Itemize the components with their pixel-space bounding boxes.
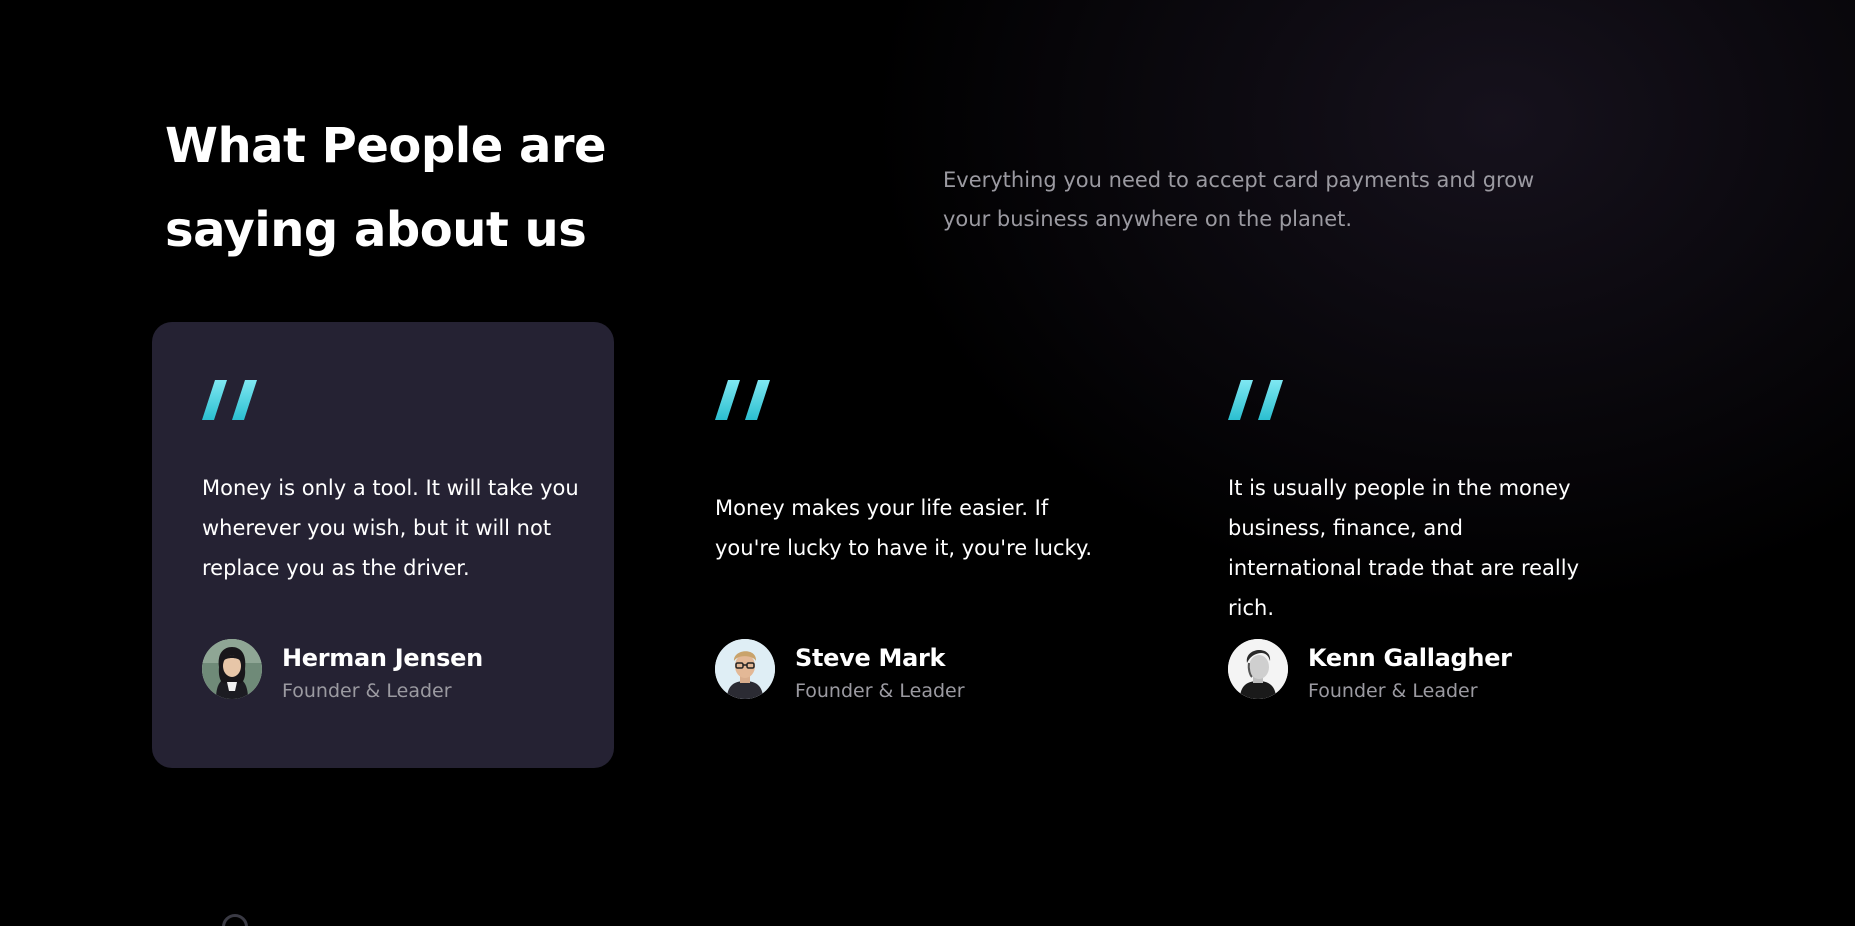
testimonial-quote: Money makes your life easier. If you're … xyxy=(715,496,1093,560)
quote-icon xyxy=(1228,380,1283,420)
testimonial-quote: Money is only a tool. It will take you w… xyxy=(202,476,579,580)
avatar-man-glasses-photo-icon xyxy=(715,639,775,699)
author-name: Herman Jensen xyxy=(282,644,483,672)
quote-icon xyxy=(202,380,257,420)
avatar xyxy=(715,639,775,699)
testimonial-card-3[interactable]: It is usually people in the money busine… xyxy=(1178,322,1640,768)
author-name: Steve Mark xyxy=(795,644,946,672)
author-role: Founder & Leader xyxy=(282,680,452,702)
testimonial-card-1[interactable]: Money is only a tool. It will take you w… xyxy=(152,322,614,768)
author-role: Founder & Leader xyxy=(795,680,965,702)
avatar xyxy=(1228,639,1288,699)
avatar xyxy=(202,639,262,699)
partial-icon xyxy=(222,914,248,926)
testimonial-quote: It is usually people in the money busine… xyxy=(1228,476,1580,620)
section-heading: What People are saying about us xyxy=(165,118,607,258)
section-subtitle: Everything you need to accept card payme… xyxy=(943,168,1535,231)
testimonial-card-2[interactable]: Money makes your life easier. If you're … xyxy=(665,322,1127,768)
quote-icon xyxy=(715,380,770,420)
avatar-woman-photo-icon xyxy=(202,639,262,699)
avatar-man-bw-photo-icon xyxy=(1228,639,1288,699)
author-role: Founder & Leader xyxy=(1308,680,1478,702)
author-name: Kenn Gallagher xyxy=(1308,644,1512,672)
